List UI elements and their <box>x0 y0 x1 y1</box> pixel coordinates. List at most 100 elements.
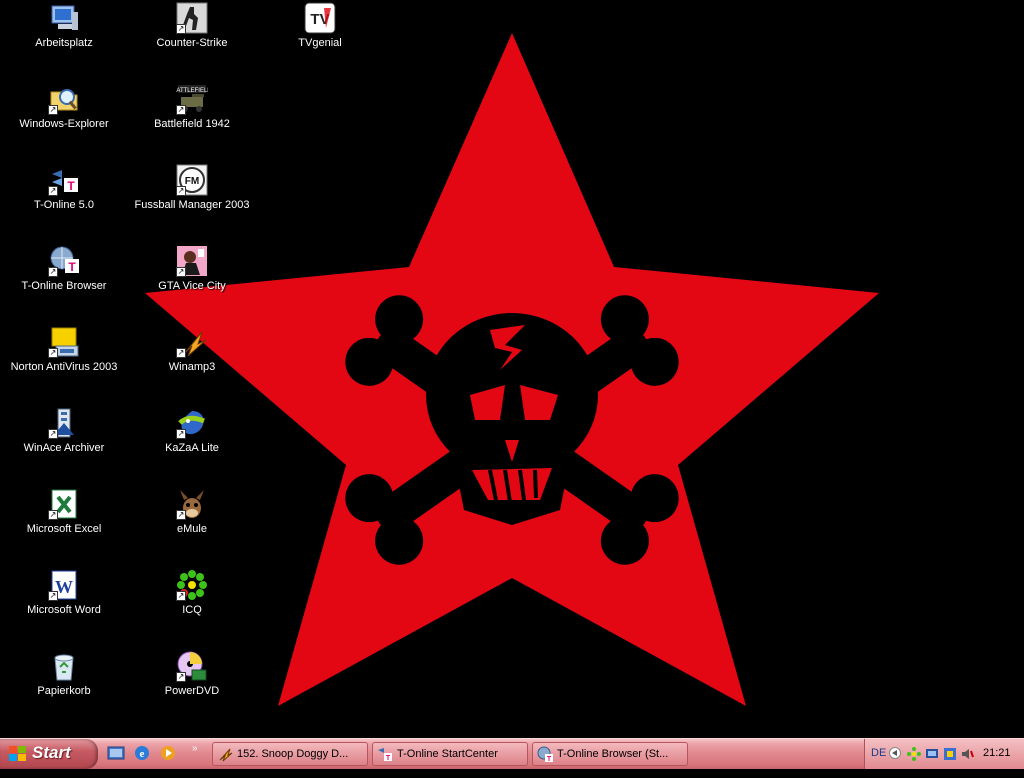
task-button-t-online-browser[interactable]: T T-Online Browser (St... <box>532 742 688 766</box>
desktop-icon-counter-strike[interactable]: ↗ Counter-Strike <box>130 2 254 49</box>
desktop-icon-emule[interactable]: ↗ eMule <box>130 488 254 535</box>
fussball-manager-icon: FM ↗ <box>176 164 208 196</box>
winamp-icon: ↗ <box>176 326 208 358</box>
desktop-icon-label: Microsoft Excel <box>26 523 102 535</box>
desktop-icon-powerdvd[interactable]: ↗ PowerDVD <box>130 650 254 697</box>
svg-text:BATTLEFIELD: BATTLEFIELD <box>176 88 208 94</box>
desktop-icon-label: Microsoft Word <box>27 604 101 616</box>
task-button-label: T-Online StartCenter <box>397 748 498 760</box>
gta-vice-city-icon: ↗ <box>176 245 208 277</box>
desktop-icon-label: T-Online 5.0 <box>34 199 94 211</box>
desktop-icon-label: KaZaA Lite <box>165 442 219 454</box>
desktop-icon-label: ICQ <box>182 604 202 616</box>
svg-text:FM: FM <box>185 176 199 187</box>
system-tray: DE 21:21 <box>864 739 1024 769</box>
battlefield-icon: BATTLEFIELD ↗ <box>176 83 208 115</box>
volume-icon[interactable] <box>960 747 974 761</box>
shortcut-arrow-icon: ↗ <box>176 591 186 601</box>
svg-text:T: T <box>67 179 75 193</box>
shortcut-arrow-icon: ↗ <box>176 24 186 34</box>
svg-text:T: T <box>68 260 76 274</box>
desktop-icon-label: Windows-Explorer <box>19 118 109 130</box>
desktop-icon-label: GTA Vice City <box>158 280 226 292</box>
windows-flag-icon <box>9 746 27 767</box>
antivirus-tray-icon[interactable] <box>943 747 957 761</box>
desktop-icon-label: Norton AntiVirus 2003 <box>10 361 118 373</box>
desktop-icon-winace[interactable]: ↗ WinAce Archiver <box>2 407 126 454</box>
desktop-icon-label: T-Online Browser <box>21 280 107 292</box>
shortcut-arrow-icon: ↗ <box>176 186 186 196</box>
task-button-t-online-startcenter[interactable]: T T-Online StartCenter <box>372 742 528 766</box>
quicklaunch-more-chevron-icon[interactable]: » <box>192 743 198 754</box>
desktop-icon-papierkorb[interactable]: Papierkorb <box>2 650 126 697</box>
taskbar: Start e » 152. Snoop Doggy D... T T-Onli… <box>0 738 1024 769</box>
desktop-icon-windows-explorer[interactable]: ↗ Windows-Explorer <box>2 83 126 130</box>
desktop-icon-label: Winamp3 <box>168 361 216 373</box>
tvgenial-icon: TV <box>304 2 336 34</box>
shortcut-arrow-icon: ↗ <box>176 105 186 115</box>
shortcut-arrow-icon: ↗ <box>48 591 58 601</box>
start-label: Start <box>32 743 71 762</box>
desktop-icon-tvgenial[interactable]: TV TVgenial <box>258 2 382 49</box>
internet-explorer-icon[interactable]: e <box>132 743 152 763</box>
shortcut-arrow-icon: ↗ <box>48 429 58 439</box>
t-online-browser-icon: T ↗ <box>48 245 80 277</box>
icq-tray-icon[interactable] <box>907 747 921 761</box>
clock[interactable]: 21:21 <box>983 747 1011 759</box>
desktop-icon-label: Fussball Manager 2003 <box>134 199 250 211</box>
start-button[interactable]: Start <box>0 739 98 769</box>
counter-strike-icon: ↗ <box>176 2 208 34</box>
shortcut-arrow-icon: ↗ <box>48 105 58 115</box>
desktop-icon-icq[interactable]: ↗ ICQ <box>130 569 254 616</box>
t-online-browser-icon: T <box>537 746 553 762</box>
language-indicator[interactable]: DE <box>871 747 886 759</box>
shortcut-arrow-icon: ↗ <box>176 429 186 439</box>
svg-text:T: T <box>386 755 391 762</box>
shortcut-arrow-icon: ↗ <box>176 672 186 682</box>
desktop-icon-label: TVgenial <box>298 37 342 49</box>
desktop-icon-label: WinAce Archiver <box>23 442 105 454</box>
desktop-icon-excel[interactable]: ↗ Microsoft Excel <box>2 488 126 535</box>
winamp-icon <box>219 748 233 762</box>
desktop-icon-norton-antivirus[interactable]: ↗ Norton AntiVirus 2003 <box>2 326 126 373</box>
shortcut-arrow-icon: ↗ <box>48 348 58 358</box>
media-player-icon[interactable] <box>158 743 178 763</box>
winace-icon: ↗ <box>48 407 80 439</box>
icq-icon: ↗ <box>176 569 208 601</box>
desktop-icon-label: eMule <box>177 523 207 535</box>
desktop-icon-winamp[interactable]: ↗ Winamp3 <box>130 326 254 373</box>
svg-text:T: T <box>547 756 552 762</box>
desktop-icon-label: Arbeitsplatz <box>35 37 93 49</box>
task-button-label: 152. Snoop Doggy D... <box>237 748 349 760</box>
desktop-icon-label: Battlefield 1942 <box>154 118 230 130</box>
desktop-icon-word[interactable]: W ↗ Microsoft Word <box>2 569 126 616</box>
recycle-bin-icon <box>48 650 80 682</box>
norton-antivirus-icon: ↗ <box>48 326 80 358</box>
desktop-icon-t-online-browser[interactable]: T ↗ T-Online Browser <box>2 245 126 292</box>
excel-icon: ↗ <box>48 488 80 520</box>
svg-text:e: e <box>140 748 145 760</box>
word-icon: W ↗ <box>48 569 80 601</box>
network-icon[interactable] <box>925 747 939 761</box>
desktop-icon-arbeitsplatz[interactable]: Arbeitsplatz <box>2 2 126 49</box>
emule-icon: ↗ <box>176 488 208 520</box>
desktop-icon-label: PowerDVD <box>164 685 220 697</box>
desktop-icon-gta-vice-city[interactable]: ↗ GTA Vice City <box>130 245 254 292</box>
t-online-icon: T <box>378 748 392 762</box>
show-desktop-icon[interactable] <box>106 743 126 763</box>
task-button-winamp[interactable]: 152. Snoop Doggy D... <box>212 742 368 766</box>
shortcut-arrow-icon: ↗ <box>48 186 58 196</box>
desktop-icon-t-online[interactable]: T ↗ T-Online 5.0 <box>2 164 126 211</box>
desktop-icon-battlefield[interactable]: BATTLEFIELD ↗ Battlefield 1942 <box>130 83 254 130</box>
task-button-label: T-Online Browser (St... <box>557 748 669 760</box>
shortcut-arrow-icon: ↗ <box>176 348 186 358</box>
desktop-icon-fussball-manager[interactable]: FM ↗ Fussball Manager 2003 <box>130 164 254 211</box>
shortcut-arrow-icon: ↗ <box>48 267 58 277</box>
t-online-icon: T ↗ <box>48 164 80 196</box>
desktop-icon-label: Counter-Strike <box>156 37 228 49</box>
desktop-icon-kazaa[interactable]: ↗ KaZaA Lite <box>130 407 254 454</box>
shortcut-arrow-icon: ↗ <box>176 510 186 520</box>
my-computer-icon <box>48 2 80 34</box>
tray-collapse-icon[interactable] <box>889 747 901 759</box>
shortcut-arrow-icon: ↗ <box>176 267 186 277</box>
